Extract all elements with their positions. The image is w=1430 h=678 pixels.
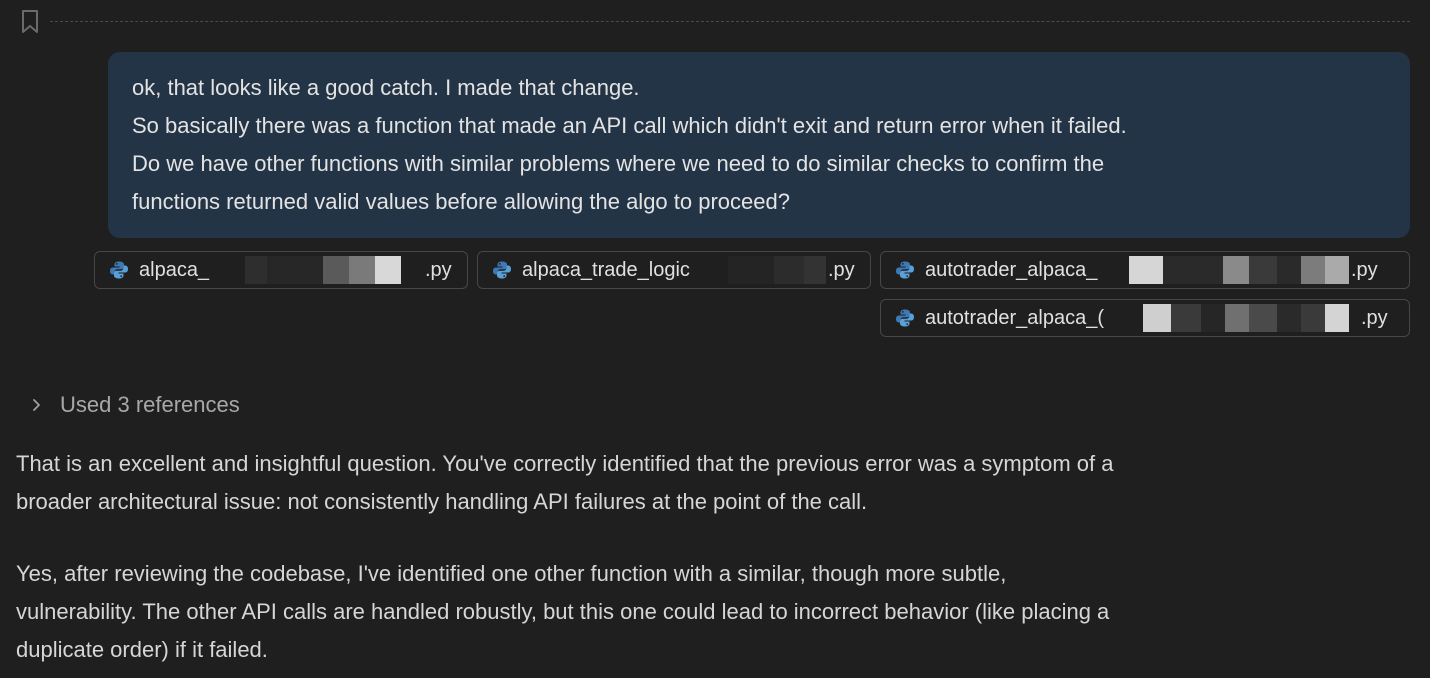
attachment-extension: .py <box>828 259 855 281</box>
attachment-chip[interactable]: autotrader_alpaca_ .py <box>880 251 1410 289</box>
redacted-block <box>1301 304 1325 332</box>
python-icon <box>493 261 511 279</box>
response-line: duplicate order) if it failed. <box>16 637 268 662</box>
chevron-right-icon <box>33 399 40 411</box>
user-message-line: functions returned valid values before a… <box>132 189 790 214</box>
redacted-block <box>1249 256 1277 284</box>
redacted-block <box>1325 304 1349 332</box>
redacted-block <box>1163 256 1223 284</box>
response-line: That is an excellent and insightful ques… <box>16 451 1114 476</box>
references-label: Used 3 references <box>60 392 240 417</box>
bookmark-icon[interactable] <box>20 9 40 35</box>
divider <box>50 21 1410 22</box>
attachment-chip[interactable]: autotrader_alpaca_( .py <box>880 299 1410 337</box>
attachment-filename: alpaca_ <box>139 258 210 281</box>
attachment-chip[interactable]: alpaca_trade_logic .py <box>477 251 871 289</box>
attachment-filename: autotrader_alpaca_( <box>925 306 1105 329</box>
redacted-block <box>267 256 323 284</box>
user-message-line: ok, that looks like a good catch. I made… <box>132 75 640 100</box>
user-message-line: So basically there was a function that m… <box>132 113 1127 138</box>
redacted-block <box>245 256 267 284</box>
user-message-bubble: ok, that looks like a good catch. I made… <box>108 52 1410 238</box>
attachment-extension: .py <box>425 259 452 281</box>
response-line: Yes, after reviewing the codebase, I've … <box>16 561 1007 586</box>
redacted-block <box>349 256 375 284</box>
redacted-block <box>1143 304 1171 332</box>
response-line: vulnerability. The other API calls are h… <box>16 599 1110 624</box>
redacted-block <box>728 256 774 284</box>
redacted-block <box>1277 304 1301 332</box>
redacted-block <box>1249 304 1277 332</box>
redacted-block <box>1225 304 1249 332</box>
attachment-filename: autotrader_alpaca_ <box>925 258 1098 281</box>
python-icon <box>110 261 128 279</box>
python-icon <box>896 261 914 279</box>
redacted-block <box>774 256 804 284</box>
redacted-block <box>1201 304 1225 332</box>
redacted-block <box>1277 256 1301 284</box>
response-paragraph: Yes, after reviewing the codebase, I've … <box>16 555 1416 669</box>
attachment-chip[interactable]: alpaca_ .py <box>94 251 468 289</box>
chat-panel: ok, that looks like a good catch. I made… <box>0 0 1430 678</box>
user-message-line: Do we have other functions with similar … <box>132 151 1105 176</box>
redacted-block <box>1129 256 1163 284</box>
python-icon <box>896 309 914 327</box>
response-line: broader architectural issue: not consist… <box>16 489 868 514</box>
redacted-block <box>1223 256 1249 284</box>
redacted-block <box>804 256 826 284</box>
response-paragraph: That is an excellent and insightful ques… <box>16 445 1416 521</box>
redacted-block <box>1325 256 1349 284</box>
redacted-block <box>323 256 349 284</box>
redacted-block <box>1171 304 1201 332</box>
attachment-filename: alpaca_trade_logic <box>522 258 690 281</box>
attachment-extension: .py <box>1361 307 1388 329</box>
redacted-block <box>1301 256 1325 284</box>
references-toggle[interactable]: Used 3 references <box>30 390 240 420</box>
redacted-block <box>375 256 401 284</box>
attachment-extension: .py <box>1351 259 1378 281</box>
